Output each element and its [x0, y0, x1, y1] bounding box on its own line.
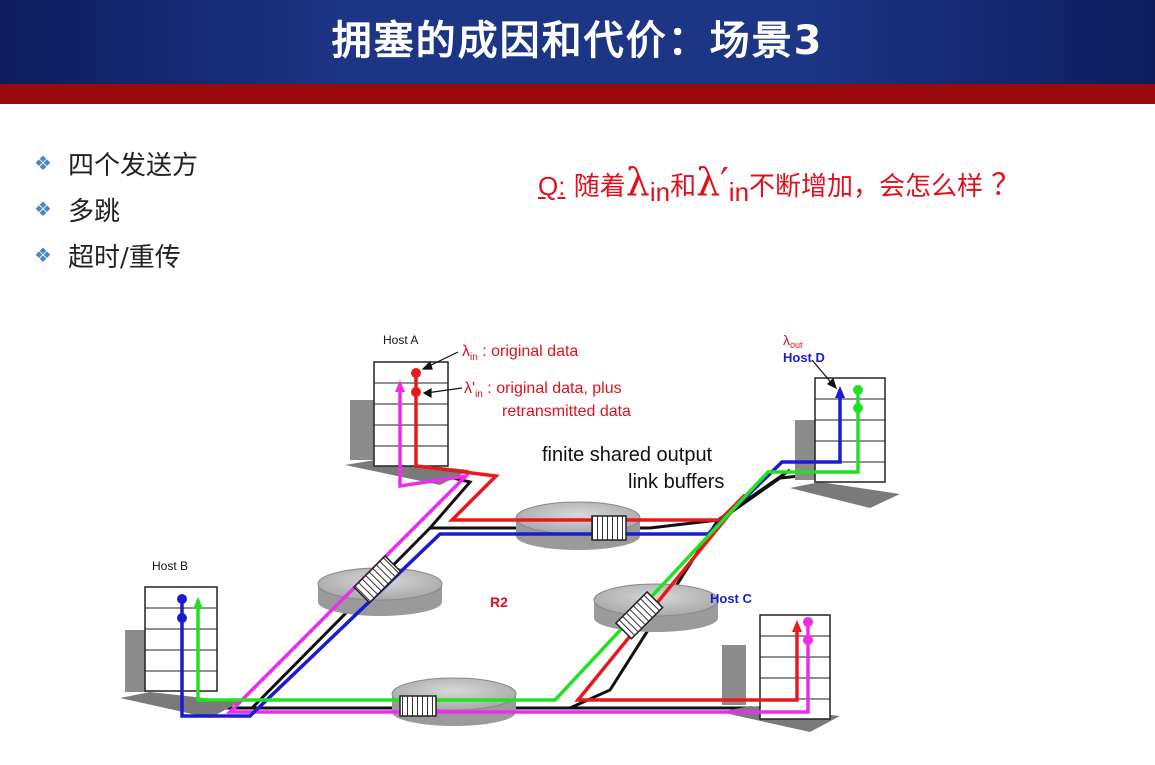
flow-magenta	[225, 387, 810, 714]
host-d-server	[790, 377, 900, 508]
lambda-prime-description-line2: retransmitted data	[502, 403, 631, 420]
host-c-label: Host C	[710, 591, 753, 606]
flow-green	[196, 390, 860, 702]
lambda-subscript: out	[790, 340, 803, 350]
router-r2-label: R2	[490, 594, 508, 610]
lambda-out-label: λout	[783, 332, 803, 350]
svg-text:λout: λout	[783, 332, 803, 350]
lambda-prime-description: : original data, plus	[483, 380, 622, 397]
lambda-in-label: λin : original data	[462, 343, 578, 363]
network-diagram: Host A Host B Host C Host D R2 λin : ori…	[120, 332, 900, 732]
svg-text:λ'in : original data, plus: λ'in : original data, plus	[464, 380, 622, 400]
buffer-label-line1: finite shared output	[542, 444, 713, 466]
host-b-label: Host B	[152, 559, 188, 573]
lambda-prime-in-label: λ'in : original data, plus retransmitted…	[464, 380, 631, 420]
link-buffer-top	[591, 515, 627, 541]
svg-text:λin : original data: λin : original data	[462, 343, 578, 363]
lambda-symbol: λ	[462, 343, 470, 360]
lambda-description: : original data	[478, 343, 579, 360]
host-d-label: Host D	[783, 350, 825, 365]
host-a-server	[345, 361, 470, 485]
buffer-label-line2: link buffers	[628, 471, 724, 493]
lambda-symbol: λ	[783, 332, 790, 348]
link-buffer-bottom	[399, 695, 437, 717]
lambda-subscript: in	[475, 389, 483, 400]
host-a-label: Host A	[383, 333, 418, 347]
lambda-prime-symbol: λ'	[464, 380, 475, 397]
lambda-subscript: in	[470, 352, 478, 363]
host-c-server	[720, 614, 840, 732]
